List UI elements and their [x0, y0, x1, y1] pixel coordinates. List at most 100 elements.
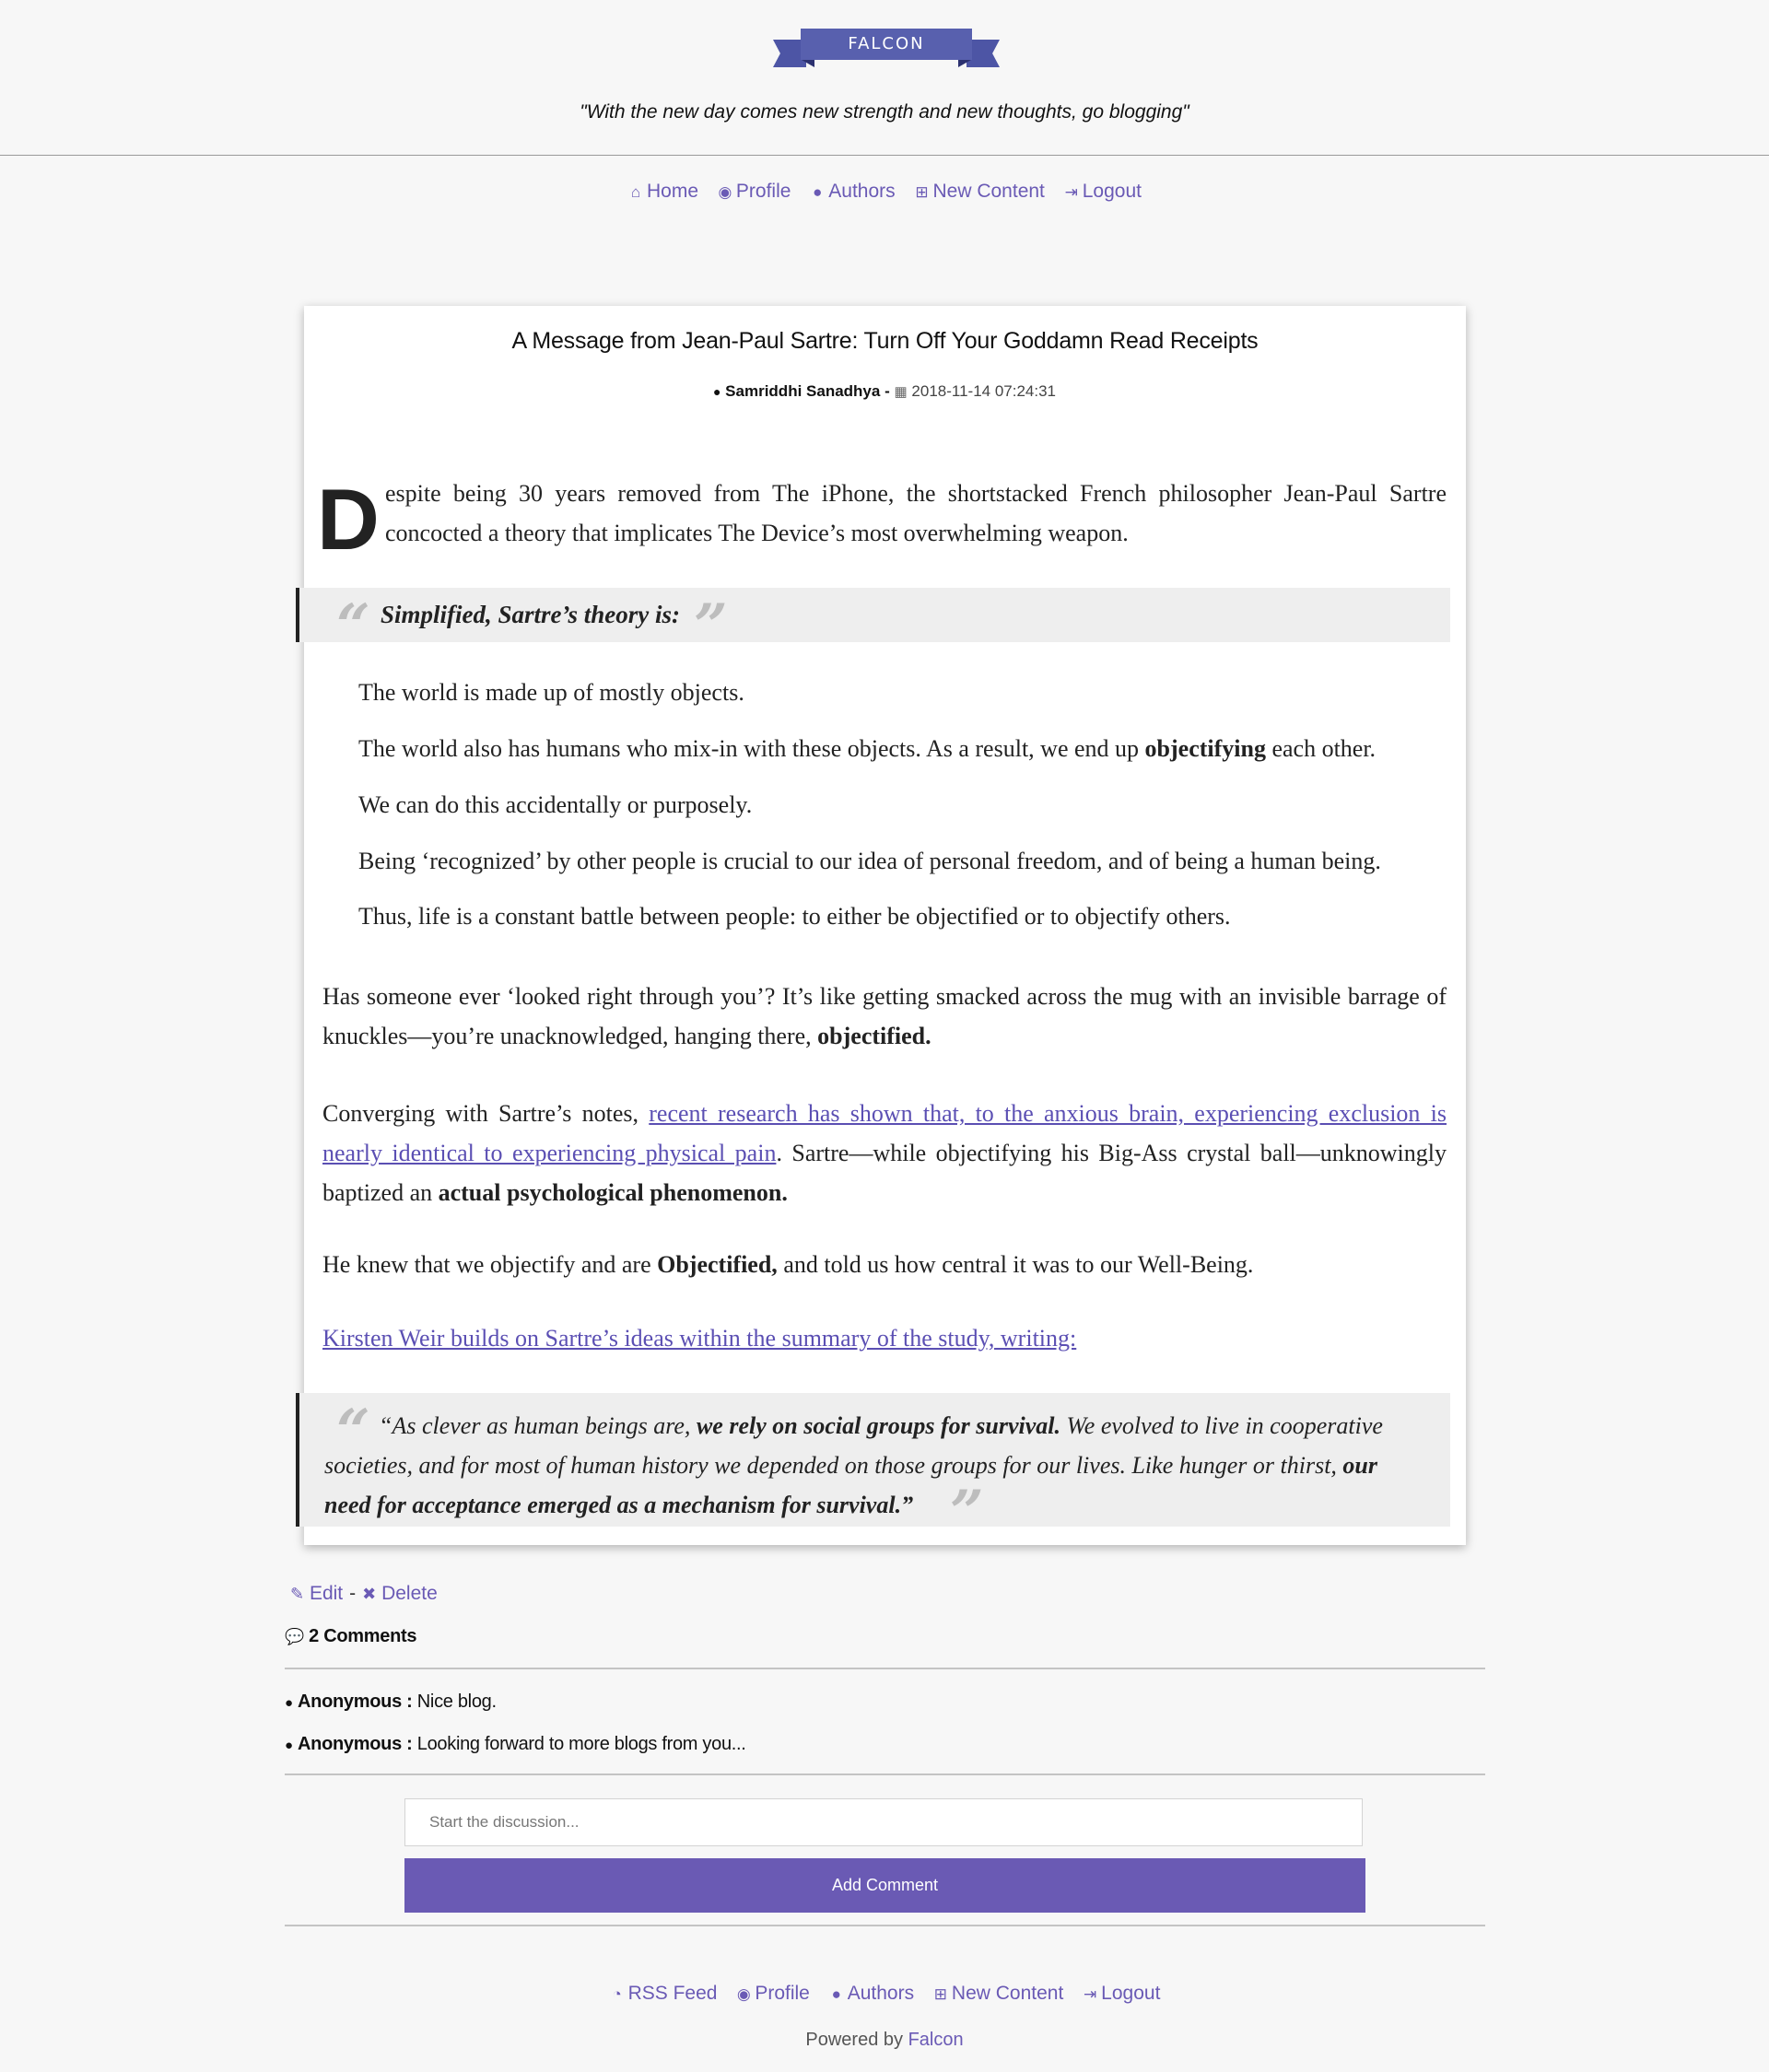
post-title: A Message from Jean-Paul Sartre: Turn Of…	[511, 328, 1259, 354]
nav-logout-link[interactable]: ⇥ Logout	[1063, 181, 1142, 203]
footer-profile-link[interactable]: ◉ Profile	[735, 1983, 810, 2005]
comment-text: Nice blog.	[416, 1692, 497, 1712]
author-icon: ●	[712, 384, 721, 399]
footer-rss-label: RSS Feed	[627, 1983, 718, 2004]
nav-new-content-label: New Content	[932, 181, 1045, 202]
blockquote-weir-a: “As clever as human beings are,	[379, 1412, 697, 1439]
delete-link[interactable]: ✖ Delete	[362, 1583, 438, 1604]
user-icon: ●	[831, 1985, 841, 2003]
blockquote-theory: “ Simplified, Sartre’s theory is: ”	[296, 588, 1450, 656]
nav-profile-link[interactable]: ◉ Profile	[717, 181, 791, 203]
theory-point-2-a: The world also has humans who mix-in wit…	[358, 735, 1145, 762]
divider	[285, 1668, 1485, 1669]
theory-point-2: The world also has humans who mix-in wit…	[358, 735, 1376, 763]
paragraph-research-a: Converging with Sartre’s notes,	[322, 1100, 650, 1127]
footer-logout-label: Logout	[1101, 1983, 1161, 2004]
eye-icon: ◉	[736, 1985, 751, 2003]
blockquote-weir-text: “As clever as human beings are, we rely …	[324, 1406, 1430, 1525]
comment-item: ● Anonymous : Looking forward to more bl…	[285, 1734, 746, 1755]
theory-point-3: We can do this accidentally or purposely…	[358, 791, 753, 818]
comments-heading: 💬 2 Comments	[285, 1626, 416, 1647]
powered-by: Powered by Falcon	[0, 2030, 1769, 2051]
blockquote-theory-text: Simplified, Sartre’s theory is:	[381, 601, 681, 628]
falcon-link[interactable]: Falcon	[908, 2030, 964, 2050]
paragraph-looked-through: Has someone ever ‘looked right through y…	[322, 977, 1447, 1056]
paragraph-looked-through-bold: objectified.	[817, 1023, 931, 1049]
divider	[285, 1925, 1485, 1926]
paragraph-objectified-a: He knew that we objectify and are	[322, 1251, 658, 1278]
close-quote-icon: ”	[950, 1478, 984, 1547]
post-author[interactable]: Samriddhi Sanadhya	[725, 382, 880, 400]
footer-rss-link[interactable]: ◔ RSS Feed	[609, 1983, 718, 2005]
nav-new-content-link[interactable]: ⊞ New Content	[913, 181, 1045, 203]
edit-label: Edit	[309, 1583, 344, 1604]
sign-out-icon: ⇥	[1064, 183, 1078, 201]
rss-icon: ◔	[612, 1985, 622, 2003]
footer-new-content-label: New Content	[951, 1983, 1064, 2004]
paragraph-objectified: He knew that we objectify and are Object…	[322, 1245, 1447, 1284]
paragraph-research-bold: actual psychological phenomenon.	[438, 1179, 788, 1206]
powered-by-prefix: Powered by	[805, 2030, 908, 2050]
calendar-icon: ▦	[894, 384, 908, 400]
delete-label: Delete	[381, 1583, 438, 1604]
post-meta: ● Samriddhi Sanadhya - ▦ 2018-11-14 07:2…	[0, 382, 1769, 401]
footer-new-content-link[interactable]: ⊞ New Content	[932, 1983, 1064, 2005]
plus-square-icon: ⊞	[933, 1985, 948, 2003]
close-quote-icon: ”	[694, 591, 728, 661]
theory-point-2-bold: objectifying	[1144, 735, 1266, 762]
eye-icon: ◉	[718, 183, 732, 201]
nav-home-link[interactable]: ⌂ Home	[627, 181, 698, 203]
paragraph-objectified-c: and told us how central it was to our We…	[777, 1251, 1254, 1278]
post-actions: ✎ Edit - ✖ Delete	[290, 1583, 438, 1605]
weir-link[interactable]: Kirsten Weir builds on Sartre’s ideas wi…	[322, 1325, 1076, 1352]
user-icon: ●	[813, 183, 823, 201]
theory-point-4: Being ‘recognized’ by other people is cr…	[358, 848, 1381, 874]
comment-input[interactable]	[404, 1798, 1363, 1846]
footer-authors-label: Authors	[847, 1983, 915, 2004]
home-icon: ⌂	[630, 183, 641, 201]
paragraph-weir: Kirsten Weir builds on Sartre’s ideas wi…	[322, 1318, 1447, 1358]
nav-profile-label: Profile	[735, 181, 791, 202]
top-nav: ⌂ Home ◉ Profile ● Authors ⊞ New Content ⇥ Lo…	[0, 181, 1769, 203]
theory-point-2-c: each other.	[1265, 735, 1377, 762]
tagline: "With the new day comes new strength and…	[580, 101, 1189, 123]
paragraph-objectified-bold: Objectified,	[657, 1251, 778, 1278]
paragraph-research: Converging with Sartre’s notes, recent r…	[322, 1094, 1447, 1212]
intro-paragraph: espite being 30 years removed from The i…	[385, 480, 1447, 546]
edit-link[interactable]: ✎ Edit	[290, 1583, 343, 1604]
user-icon: ●	[285, 1695, 293, 1711]
footer-authors-link[interactable]: ● Authors	[828, 1983, 915, 2005]
nav-authors-link[interactable]: ● Authors	[809, 181, 896, 203]
divider	[285, 1773, 1485, 1775]
comments-icon: 💬	[285, 1628, 304, 1645]
plus-square-icon: ⊞	[915, 183, 929, 201]
blockquote-weir-bold-1: we rely on social groups for survival.	[696, 1412, 1061, 1439]
nav-home-label: Home	[647, 181, 699, 202]
edit-icon: ✎	[290, 1585, 305, 1603]
open-quote-icon: “	[336, 591, 370, 661]
blockquote-weir: “ “As clever as human beings are, we rel…	[296, 1393, 1450, 1542]
footer-nav: ◔ RSS Feed ◉ Profile ● Authors ⊞ New Content…	[0, 1983, 1769, 2005]
add-comment-button[interactable]: Add Comment	[404, 1858, 1365, 1913]
footer-logout-link[interactable]: ⇥ Logout	[1082, 1983, 1160, 2005]
sign-out-icon: ⇥	[1084, 1985, 1097, 2003]
nav-logout-label: Logout	[1082, 181, 1142, 202]
site-header: FALCON "With the new day comes new stren…	[0, 0, 1769, 156]
user-icon: ●	[285, 1738, 293, 1753]
nav-authors-label: Authors	[828, 181, 896, 202]
comment-author: Anonymous :	[298, 1692, 413, 1712]
falcon-logo[interactable]: FALCON	[773, 29, 1000, 71]
comments-count: 2 Comments	[309, 1626, 417, 1646]
meta-separator: -	[884, 382, 890, 400]
theory-point-1: The world is made up of mostly objects.	[358, 679, 744, 706]
footer-profile-label: Profile	[755, 1983, 810, 2004]
delete-icon: ✖	[362, 1585, 377, 1603]
post-date: 2018-11-14 07:24:31	[911, 382, 1057, 400]
drop-cap: D	[317, 471, 380, 568]
theory-point-5: Thus, life is a constant battle between …	[358, 903, 1231, 930]
comment-item: ● Anonymous : Nice blog.	[285, 1692, 497, 1713]
comment-author: Anonymous :	[298, 1734, 413, 1754]
logo-text: FALCON	[801, 29, 972, 60]
comment-text: Looking forward to more blogs from you..…	[416, 1734, 746, 1754]
actions-separator: -	[349, 1583, 357, 1604]
